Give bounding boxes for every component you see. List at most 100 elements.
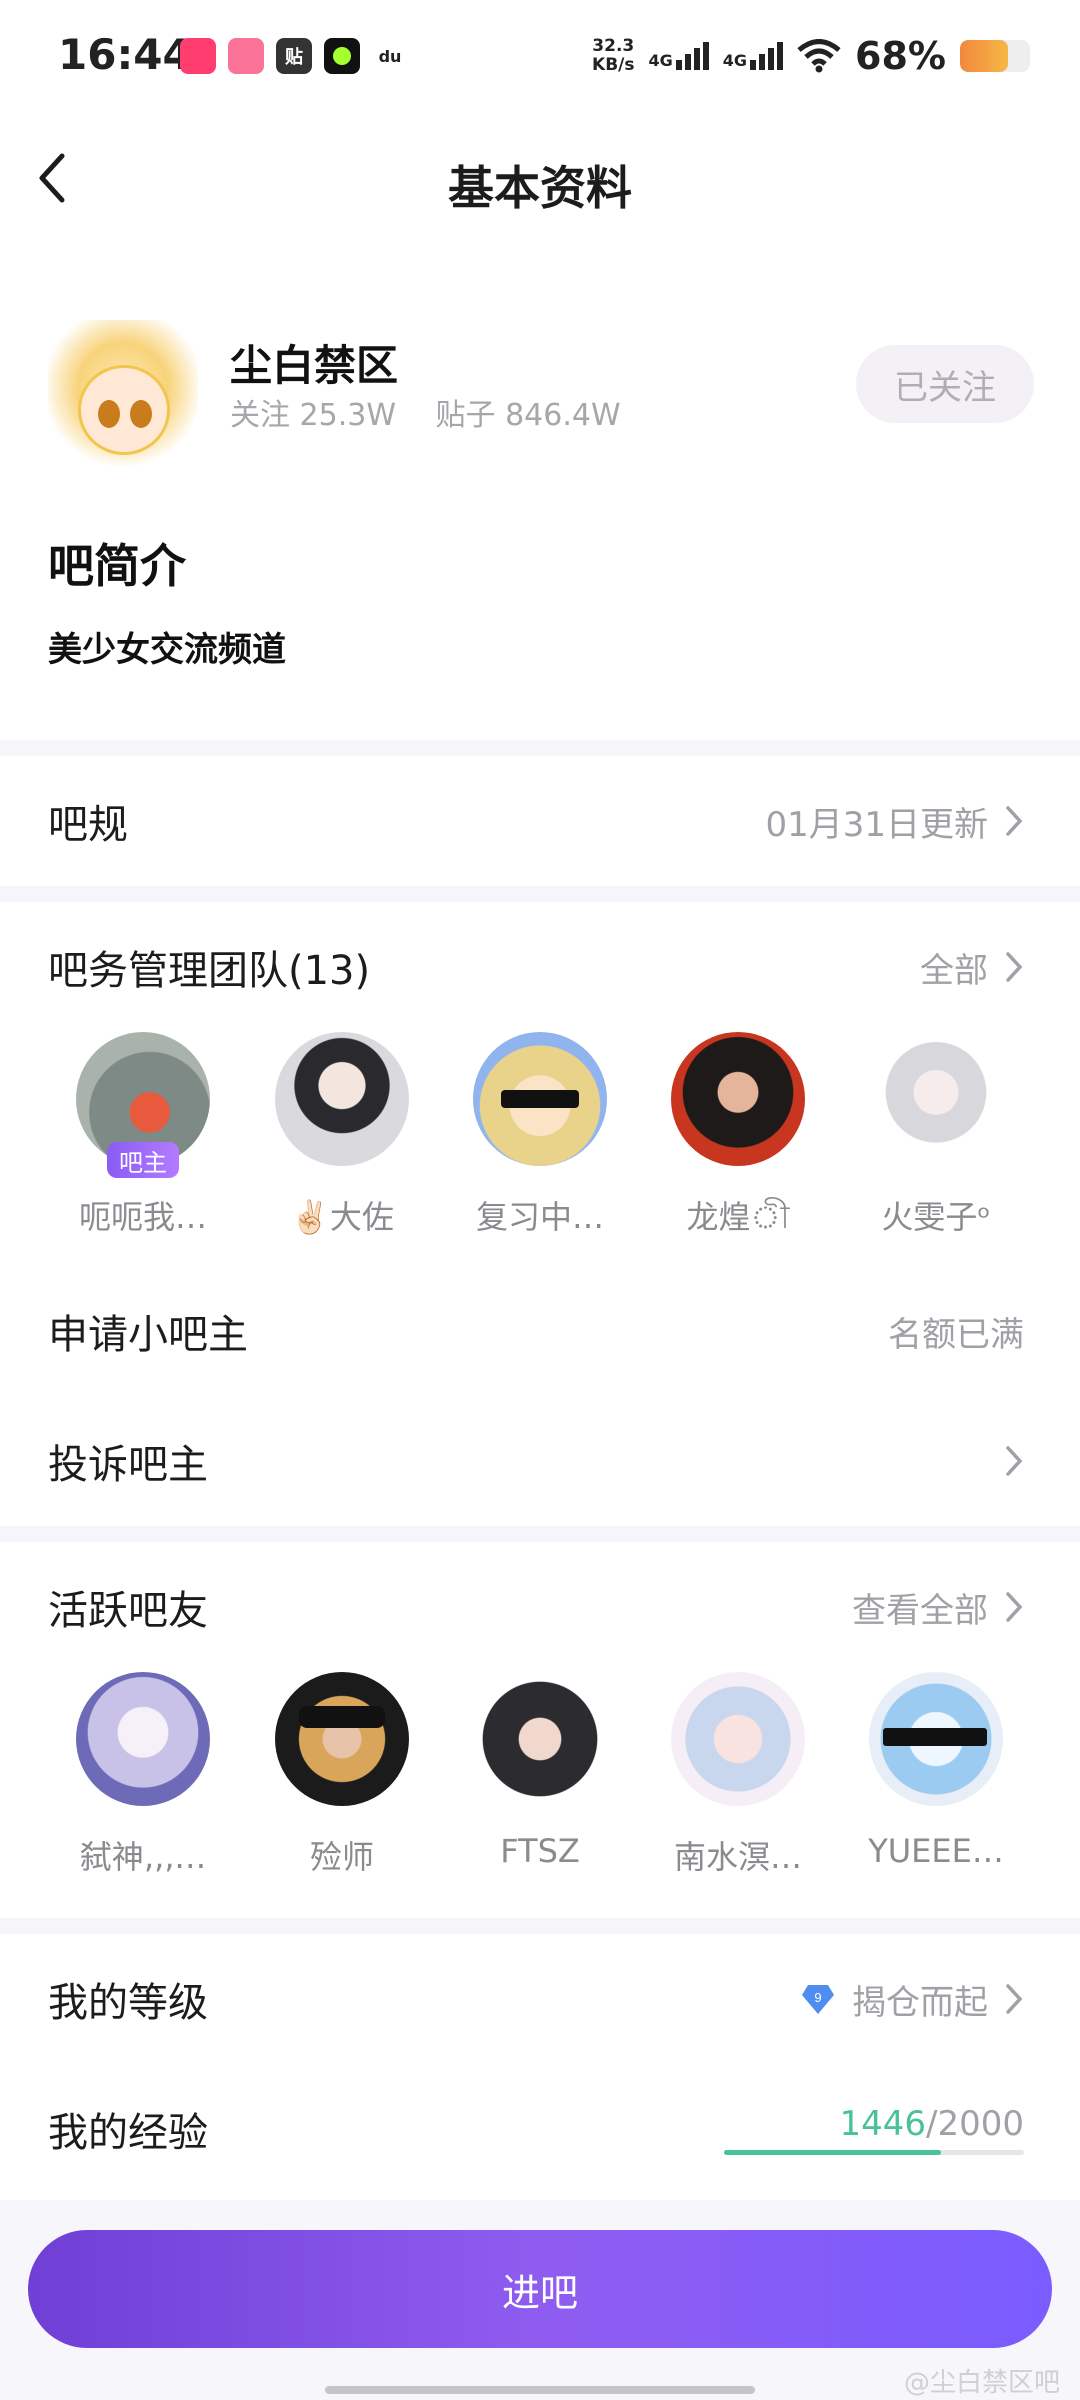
divider xyxy=(0,1918,1080,1934)
signal-icon-2: 4G xyxy=(722,42,784,70)
level-number: 9 xyxy=(814,1990,821,2005)
admin-member[interactable]: 火雯子ᵒ xyxy=(836,1032,1036,1238)
status-right: 32.3 KB/s 4G 4G 68% xyxy=(592,34,1030,78)
active-member-name: 弑神‚‚‚… xyxy=(79,1838,207,1876)
admin-member-name: 火雯子ᵒ xyxy=(881,1198,991,1236)
exp-max: /2000 xyxy=(926,2103,1024,2144)
active-member[interactable]: YUEEE… xyxy=(836,1672,1036,1870)
divider xyxy=(0,740,1080,756)
admin-member-name: 呃呃我… xyxy=(78,1198,207,1236)
avatar xyxy=(275,1032,409,1166)
chevron-right-icon xyxy=(1006,1592,1023,1622)
my-level-label: 我的等级 xyxy=(48,1980,208,2026)
admin-team-label: 吧务管理团队(13) xyxy=(48,948,371,994)
admin-member[interactable]: 复习中… xyxy=(440,1032,640,1238)
my-level-row[interactable]: 我的等级 9 揭仓而起 xyxy=(0,1934,1080,2064)
admin-member-name: 复习中… xyxy=(475,1198,604,1236)
net-speed: 32.3 KB/s xyxy=(592,37,634,75)
forum-name: 尘白禁区 xyxy=(230,341,399,390)
complain-label: 投诉吧主 xyxy=(48,1442,208,1488)
admin-team-row[interactable]: 吧务管理团队(13) 全部 xyxy=(0,902,1080,1032)
exp-progress-fill xyxy=(724,2149,941,2155)
bilibili-icon xyxy=(228,38,264,74)
divider xyxy=(0,1526,1080,1542)
apply-label: 申请小吧主 xyxy=(48,1312,248,1358)
baidu-map-icon: du xyxy=(378,46,402,66)
followers-count: 关注 25.3W xyxy=(230,398,396,433)
page-title: 基本资料 xyxy=(448,161,632,215)
avatar xyxy=(275,1672,409,1806)
tieba-icon: 贴 xyxy=(276,38,312,74)
active-members-row[interactable]: 活跃吧友 查看全部 xyxy=(0,1542,1080,1672)
forum-info-card: 尘白禁区 关注 25.3W 贴子 846.4W 已关注 吧简介 美少女交流频道 xyxy=(0,240,1080,740)
posts-count: 贴子 846.4W xyxy=(435,398,621,433)
forum-avatar xyxy=(48,320,198,470)
exp-current: 1446 xyxy=(839,2103,927,2144)
active-member-name: 南水溟… xyxy=(673,1838,802,1876)
battery-percent: 68% xyxy=(855,34,946,78)
status-time: 16:44 xyxy=(58,30,192,79)
level-gem-icon: 9 xyxy=(802,1985,834,2014)
my-exp-row: 我的经验 1446/2000 xyxy=(0,2064,1080,2194)
my-exp-label: 我的经验 xyxy=(48,2110,208,2156)
avatar xyxy=(473,1672,607,1806)
active-member[interactable]: 殓师 xyxy=(242,1672,442,1878)
active-member[interactable]: 弑神‚‚‚… xyxy=(43,1672,243,1878)
avatar xyxy=(76,1672,210,1806)
forum-rules-row[interactable]: 吧规 01月31日更新 xyxy=(0,756,1080,886)
status-bar: 16:44 贴 du 32.3 KB/s 4G 4G 68% xyxy=(0,0,1080,110)
rules-updated: 01月31日更新 xyxy=(765,804,988,845)
active-members-all: 查看全部 xyxy=(852,1590,988,1631)
exp-progress: 1446/2000 xyxy=(724,2104,1024,2155)
nav-header: 基本资料 xyxy=(0,110,1080,240)
net-speed-unit: KB/s xyxy=(592,55,635,75)
watermark: @尘白禁区吧 xyxy=(903,2368,1060,2398)
battery-icon xyxy=(960,40,1030,72)
exp-progress-bar xyxy=(724,2149,1024,2155)
admin-member-name: ✌🏻大佐 xyxy=(290,1198,394,1236)
owner-badge: 吧主 xyxy=(107,1142,179,1178)
active-member-name: 殓师 xyxy=(309,1838,374,1876)
net-speed-value: 32.3 xyxy=(592,36,635,56)
active-member[interactable]: 南水溟… xyxy=(638,1672,838,1878)
app-icon-1 xyxy=(180,38,216,74)
avatar xyxy=(869,1032,1003,1166)
wifi-icon xyxy=(797,39,841,73)
active-member[interactable]: FTSZ xyxy=(440,1672,640,1870)
chevron-right-icon xyxy=(1006,1446,1023,1476)
chevron-right-icon xyxy=(1006,806,1023,836)
enter-forum-button[interactable]: 进吧 xyxy=(28,2230,1052,2348)
active-member-name: YUEEE… xyxy=(868,1832,1004,1870)
admin-member[interactable]: 龙煌ী xyxy=(638,1032,838,1246)
home-indicator[interactable] xyxy=(325,2386,755,2394)
admin-team-all: 全部 xyxy=(920,950,988,991)
admin-avatar-list: 吧主 呃呃我… ✌🏻大佐 复习中… 龙煌ী 火雯子ᵒ xyxy=(0,1032,1080,1252)
signal-label-2: 4G xyxy=(722,51,748,70)
intro-text: 美少女交流频道 xyxy=(48,630,286,670)
avatar xyxy=(671,1672,805,1806)
intro-title: 吧简介 xyxy=(48,539,186,593)
admin-member[interactable]: 吧主 呃呃我… xyxy=(43,1032,243,1238)
chevron-right-icon xyxy=(1006,1984,1023,2014)
apply-status: 名额已满 xyxy=(888,1314,1024,1355)
forum-stats: 关注 25.3W 贴子 846.4W xyxy=(230,390,651,434)
avatar xyxy=(869,1672,1003,1806)
rules-label: 吧规 xyxy=(48,802,128,848)
avatar xyxy=(473,1032,607,1166)
level-title: 揭仓而起 xyxy=(852,1982,988,2023)
bottom-bar: 进吧 @尘白禁区吧 xyxy=(0,2200,1080,2400)
avatar xyxy=(671,1032,805,1166)
complain-owner-row[interactable]: 投诉吧主 xyxy=(0,1396,1080,1526)
active-members-label: 活跃吧友 xyxy=(48,1588,208,1634)
green-dot-icon xyxy=(324,38,360,74)
active-member-name: FTSZ xyxy=(500,1832,580,1870)
apply-assistant-row[interactable]: 申请小吧主 名额已满 xyxy=(0,1266,1080,1396)
chevron-right-icon xyxy=(1006,952,1023,982)
followed-button[interactable]: 已关注 xyxy=(856,345,1034,423)
admin-member[interactable]: ✌🏻大佐 xyxy=(242,1032,442,1238)
status-app-icons: 贴 du xyxy=(180,38,408,74)
signal-label-1: 4G xyxy=(648,51,673,70)
active-avatar-list: 弑神‚‚‚… 殓师 FTSZ 南水溟… YUEEE… xyxy=(0,1672,1080,1892)
admin-member-name: 龙煌ী xyxy=(686,1198,790,1236)
signal-icon: 4G xyxy=(649,42,709,70)
